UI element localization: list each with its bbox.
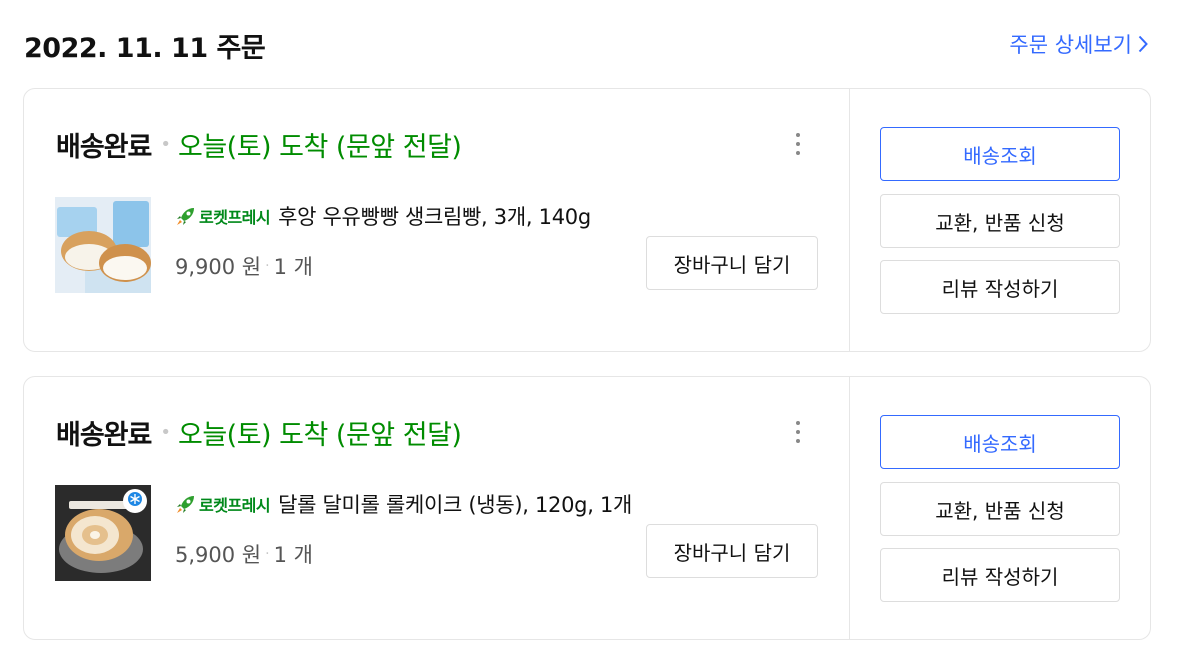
delivery-status-line: 배송완료 • 오늘(토) 도착 (문앞 전달) — [56, 125, 462, 164]
price-quantity: 5,900 원 · 1 개 — [175, 539, 313, 569]
order-detail-link-label: 주문 상세보기 — [1009, 33, 1132, 57]
order-item-info: 배송완료 • 오늘(토) 도착 (문앞 전달) — [24, 89, 850, 351]
arrival-info: 오늘(토) 도착 (문앞 전달) — [178, 420, 462, 451]
track-delivery-button[interactable]: 배송조회 — [880, 127, 1120, 181]
product-thumbnail[interactable] — [55, 485, 151, 581]
status-separator: • — [160, 422, 171, 443]
exchange-return-button[interactable]: 교환, 반품 신청 — [880, 194, 1120, 248]
product-quantity: 1 개 — [273, 543, 313, 567]
product-name[interactable]: 로켓프레시 후앙 우유빵빵 생크림빵, 3개, 140g — [175, 201, 591, 231]
order-item-card: 배송완료 • 오늘(토) 도착 (문앞 전달) — [23, 376, 1151, 640]
order-actions: 배송조회 교환, 반품 신청 리뷰 작성하기 — [850, 377, 1152, 639]
exchange-return-button[interactable]: 교환, 반품 신청 — [880, 482, 1120, 536]
add-to-cart-button[interactable]: 장바구니 담기 — [646, 236, 818, 290]
delivery-status-line: 배송완료 • 오늘(토) 도착 (문앞 전달) — [56, 413, 462, 452]
product-thumbnail[interactable] — [55, 197, 151, 293]
product-quantity: 1 개 — [273, 255, 313, 279]
product-name-text: 후앙 우유빵빵 생크림빵, 3개, 140g — [278, 205, 591, 229]
order-item-card: 배송완료 • 오늘(토) 도착 (문앞 전달) — [23, 88, 1151, 352]
product-name[interactable]: 로켓프레시 달롤 달미롤 롤케이크 (냉동), 120g, 1개 — [175, 489, 632, 519]
price-separator: · — [265, 258, 270, 274]
price-quantity: 9,900 원 · 1 개 — [175, 251, 313, 281]
product-name-text: 달롤 달미롤 롤케이크 (냉동), 120g, 1개 — [278, 493, 633, 517]
delivery-status: 배송완료 — [56, 132, 152, 163]
rocket-fresh-label: 로켓프레시 — [199, 208, 271, 227]
order-date: 2022. 11. 11 주문 — [24, 33, 266, 64]
more-options-icon[interactable] — [786, 417, 810, 447]
track-delivery-button[interactable]: 배송조회 — [880, 415, 1120, 469]
rocket-fresh-label: 로켓프레시 — [199, 496, 271, 515]
order-header: 2022. 11. 11 주문 주문 상세보기 — [24, 24, 1150, 64]
delivery-status: 배송완료 — [56, 420, 152, 451]
more-options-icon[interactable] — [786, 129, 810, 159]
order-detail-link[interactable]: 주문 상세보기 — [1009, 29, 1148, 59]
arrival-info: 오늘(토) 도착 (문앞 전달) — [178, 132, 462, 163]
chevron-right-icon — [1138, 35, 1148, 53]
write-review-button[interactable]: 리뷰 작성하기 — [880, 260, 1120, 314]
rocket-icon — [177, 208, 194, 225]
product-price: 9,900 원 — [175, 255, 262, 279]
rocket-fresh-badge: 로켓프레시 — [175, 204, 271, 228]
rocket-icon — [177, 496, 194, 513]
order-item-info: 배송완료 • 오늘(토) 도착 (문앞 전달) — [24, 377, 850, 639]
rocket-fresh-badge: 로켓프레시 — [175, 492, 271, 516]
price-separator: · — [265, 546, 270, 562]
add-to-cart-button[interactable]: 장바구니 담기 — [646, 524, 818, 578]
product-price: 5,900 원 — [175, 543, 262, 567]
order-actions: 배송조회 교환, 반품 신청 리뷰 작성하기 — [850, 89, 1152, 351]
status-separator: • — [160, 134, 171, 155]
write-review-button[interactable]: 리뷰 작성하기 — [880, 548, 1120, 602]
